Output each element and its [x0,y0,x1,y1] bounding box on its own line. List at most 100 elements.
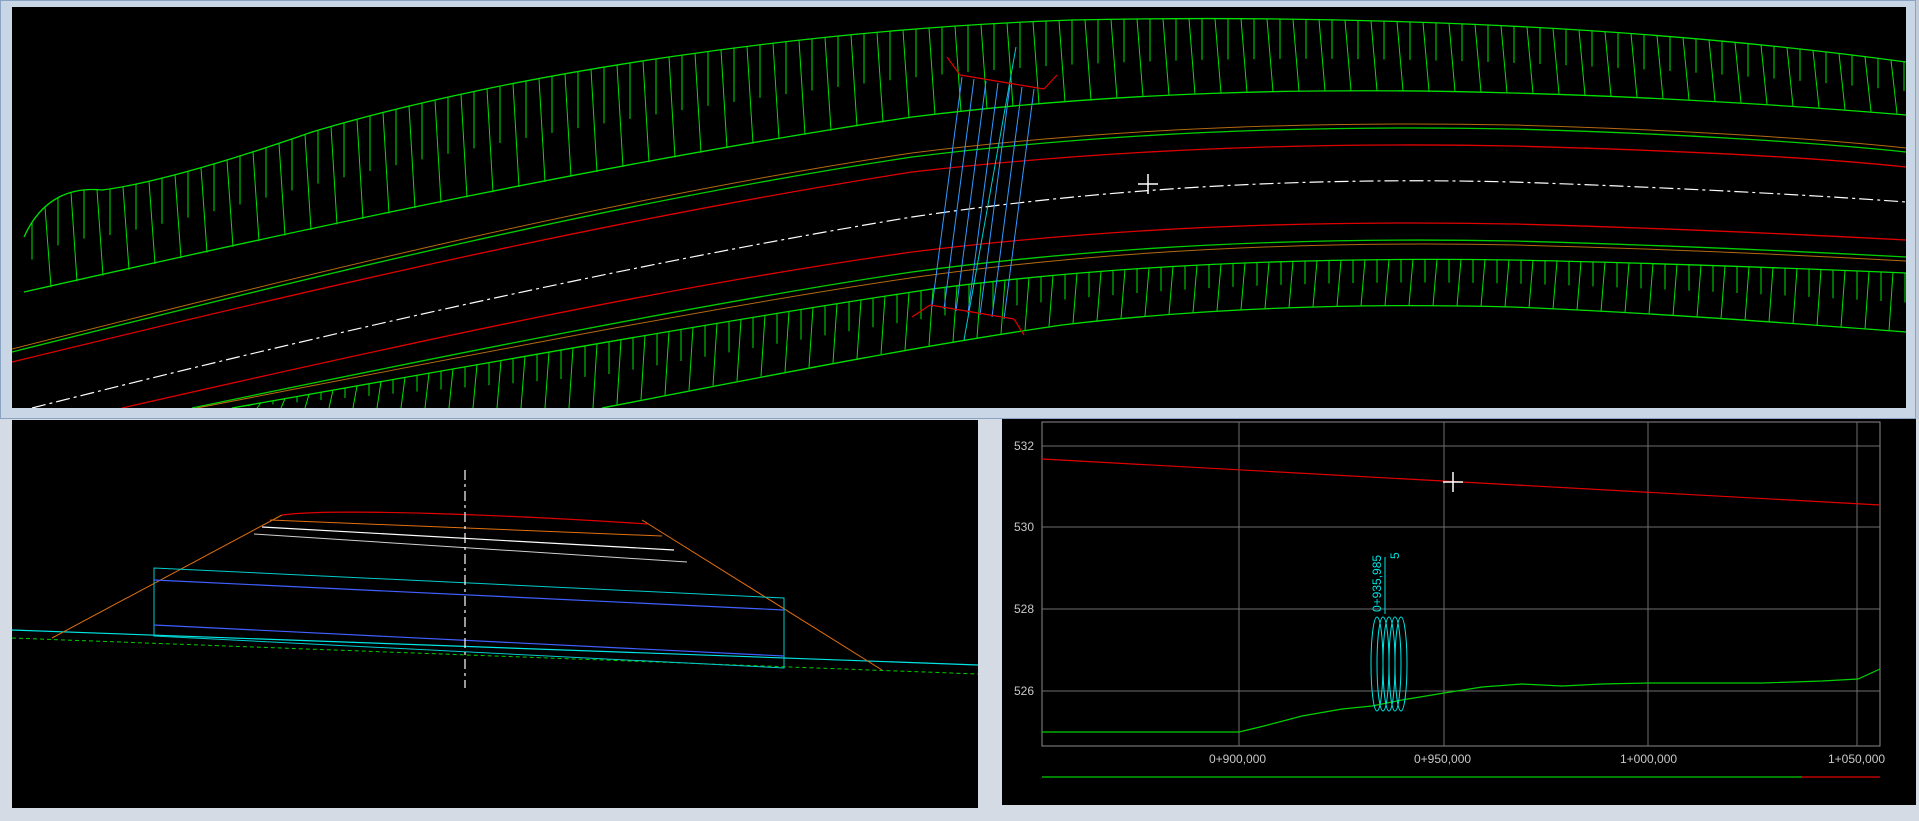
slope-hatch-line [1864,271,1870,330]
slope-hatch-line [1604,31,1612,97]
slope-hatch-line [590,69,598,173]
slope-hatch-line [1024,277,1030,331]
slope-hatch-line [1504,259,1510,307]
slope-hatch-line [448,368,454,408]
slope-hatch-line [1048,275,1054,327]
culvert-pipe-symbols[interactable] [1370,616,1408,712]
embankment-left-slope [51,514,283,639]
x-tick-1-050: 1+050,000 [1828,752,1885,766]
slope-hatch-line [664,331,670,396]
slope-hatch-line [616,64,624,168]
slope-hatch-line [1318,19,1326,91]
slope-hatch-line [668,56,676,158]
slope-hatch-line [538,78,546,183]
slope-hatch-line [376,381,382,408]
slope-hatch-line [1576,261,1582,311]
slope-hatch-line [1864,56,1872,112]
slope-hatch-line [1734,42,1742,103]
slope-hatch-line [1888,272,1894,332]
slope-hatch-line [798,40,806,135]
cross-section-drawing[interactable] [12,420,978,808]
slope-hatch-line [1144,267,1150,317]
bottom-slope-top-line [231,258,1906,408]
slope-hatch-line [1786,47,1794,107]
slope-hatch-line [1648,263,1654,315]
slope-hatch-line [1672,264,1678,316]
slope-hatch-line [96,189,104,276]
y-tick-526: 526 [1014,684,1034,698]
slope-hatch-line [592,343,598,408]
slope-hatch-line [876,32,884,123]
slope-hatch-line [1162,18,1170,96]
slope-hatch-line [200,167,208,253]
slope-hatch-line [544,352,550,408]
slope-hatch-line [1578,29,1586,96]
slope-hatch-line [1448,23,1456,92]
slope-hatch-line [122,186,130,270]
slope-hatch-line [330,126,338,225]
slope-hatch-line [1168,266,1174,315]
x-tick-1-000: 1+000,000 [1620,752,1677,766]
slope-hatch-line [1266,18,1274,92]
slope-hatch-line [352,385,358,408]
slope-hatch-line [832,303,838,363]
slope-hatch-line [1456,259,1462,307]
cross-section-view[interactable] [12,420,978,808]
slope-hatch-line [1110,19,1118,99]
x-tick-0-950: 0+950,000 [1414,752,1471,766]
slope-hatch-line [148,181,156,265]
slope-hatch-line [784,311,790,372]
left-edge-orange [12,123,1906,350]
slope-hatch-line [1600,262,1606,312]
slope-hatch-line [1084,19,1092,101]
slope-hatch-line [736,319,742,382]
slope-hatch-line [278,143,286,236]
pavement-layer-orange [269,519,663,537]
x-tick-0-900: 0+900,000 [1209,752,1266,766]
slope-hatch-line [1240,18,1248,93]
slope-hatch-line [1072,273,1078,324]
slope-hatch-line [1396,21,1404,91]
left-shoulder-line [12,127,1906,353]
slope-hatch-line [1136,18,1144,97]
slope-hatch-line [880,296,886,355]
slope-hatch-line [642,60,650,163]
slope-hatch-line [1474,24,1482,93]
slope-hatch-line [44,206,52,288]
slope-hatch-line [1768,267,1774,323]
slope-hatch-line [1744,266,1750,321]
slope-hatch-line [460,94,468,198]
slope-hatch-line [1292,19,1300,92]
longitudinal-profile-view[interactable]: 532 530 528 526 0+900,000 0+950,000 1+00… [1002,419,1916,805]
slope-hatch-line [904,292,910,350]
slope-hatch-line [1360,259,1366,306]
plan-view[interactable] [12,7,1906,408]
slope-hatch-line [1344,20,1352,91]
top-slope-hatching [31,18,1905,288]
slope-hatch-line [928,27,936,115]
slope-hatch-line [1422,22,1430,92]
slope-hatch-line [512,83,520,188]
slope-hatch-line [304,394,310,408]
slope-hatch-line [1192,265,1198,313]
slope-hatch-line [1792,268,1798,324]
slope-hatch-line [712,323,718,386]
slope-hatch-line [328,390,334,408]
slope-hatch-line [694,53,702,153]
slope-hatch-line [760,315,766,377]
slope-hatch-line [1312,260,1318,307]
slope-hatch-line [616,339,622,405]
slope-hatch-line [486,88,494,193]
slope-hatch-line [1630,33,1638,98]
slope-hatch-line [382,112,390,214]
slope-hatch-line [1682,37,1690,100]
slope-hatch-line [824,37,832,131]
slope-hatch-line [1500,25,1508,93]
profile-drawing[interactable]: 532 530 528 526 0+900,000 0+950,000 1+00… [1002,419,1916,805]
slope-hatch-line [1408,259,1414,306]
plan-drawing[interactable] [12,7,1906,408]
top-slope-toe-line [23,90,1906,293]
y-tick-532: 532 [1014,439,1034,453]
slope-hatch-line [400,377,406,408]
slope-hatch-line [1000,280,1006,334]
